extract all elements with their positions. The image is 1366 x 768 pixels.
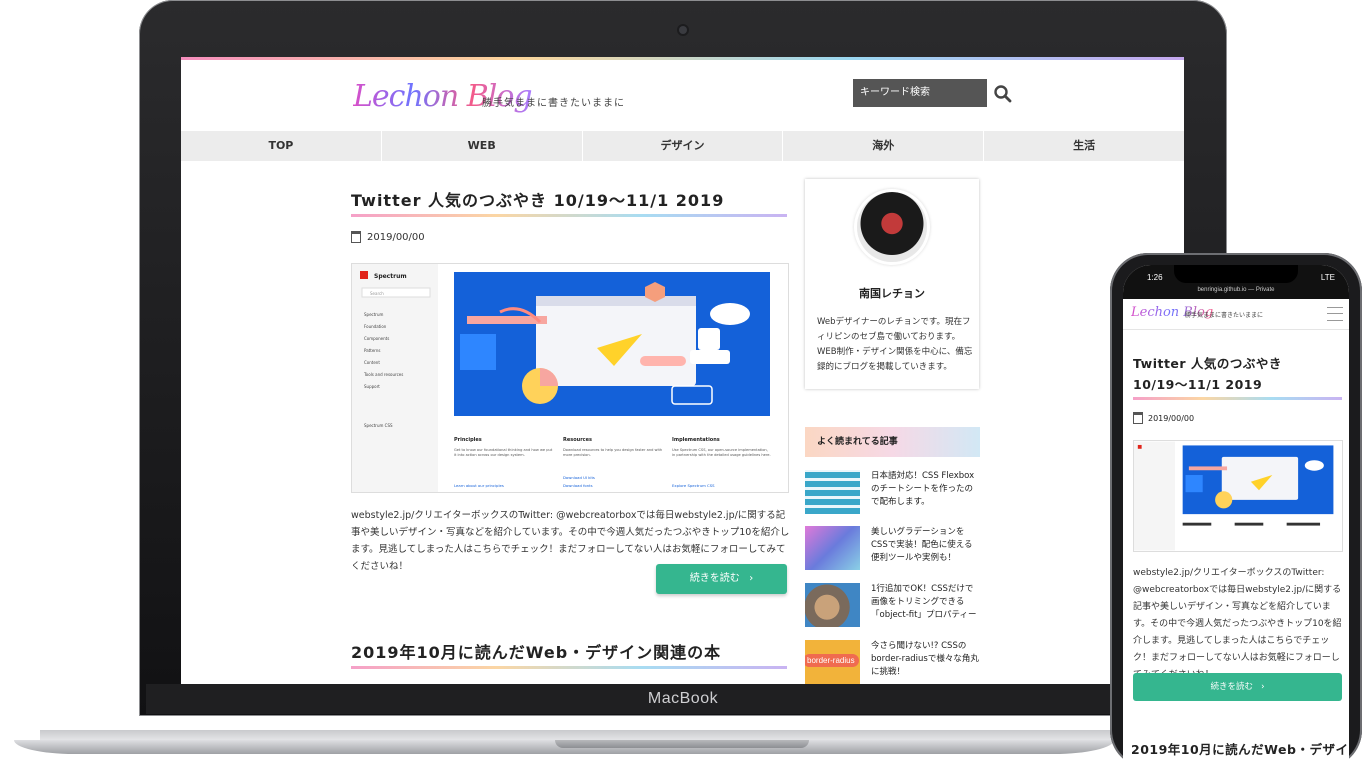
spectrum-brand: Spectrum <box>374 273 407 280</box>
phone-status-bar: 1:26 LTE <box>1123 265 1349 287</box>
popular-thumb: border-radius <box>805 640 860 684</box>
article-thumbnail[interactable] <box>1133 440 1343 552</box>
popular-item[interactable]: 日本語対応！CSS Flexboxのチートシートを作ったので配布します。 <box>805 470 981 516</box>
search-icon[interactable] <box>993 84 1013 104</box>
spectrum-col-title: Implementations <box>672 437 720 443</box>
spectrum-search: Search <box>370 291 384 296</box>
article-title[interactable]: 2019年10月に読んだWeb・デザイン関連の本 <box>351 639 721 663</box>
hamburger-menu-icon[interactable] <box>1327 307 1343 321</box>
nav-item-design[interactable]: デザイン <box>583 131 784 161</box>
article-date: 2019/00/00 <box>351 231 425 243</box>
spectrum-col-link: Learn about our principles <box>454 483 504 488</box>
popular-thumb <box>805 470 860 514</box>
site-tagline: 勝手気ままに書きたいままに <box>1185 312 1264 319</box>
popular-title: 1行追加でOK！CSSだけで画像をトリミングできる「object-fit」プロパ… <box>871 584 977 620</box>
spectrum-menu-item: Spectrum CSS <box>364 423 393 428</box>
popular-item[interactable]: 美しいグラデーションをCSSで実装！配色に使える便利ツールや実例も！ <box>805 526 981 572</box>
popular-title: 日本語対応！CSS Flexboxのチートシートを作ったので配布します。 <box>871 471 975 507</box>
spectrum-menu-item: Support <box>364 384 380 389</box>
chevron-right-icon: › <box>742 573 754 584</box>
article-excerpt: webstyle2.jp/クリエイターボックスのTwitter: @webcre… <box>1133 568 1342 680</box>
read-more-button[interactable]: 続きを読む › <box>656 564 787 594</box>
popular-title: 美しいグラデーションをCSSで実装！配色に使える便利ツールや実例も！ <box>871 527 973 563</box>
date-text: 2019/00/00 <box>1148 413 1195 423</box>
phone-notch <box>1174 265 1298 283</box>
nav-item-overseas[interactable]: 海外 <box>783 131 985 161</box>
spectrum-col-text: Get to know our foundational thinking an… <box>454 448 553 457</box>
spectrum-menu-item: Components <box>364 336 389 341</box>
spectrum-col-link: Download UI kits <box>563 475 595 480</box>
site-tagline: 勝手気ままに書きたいままに <box>482 98 625 109</box>
read-more-label: 続きを読む <box>689 573 740 584</box>
status-time: 1:26 <box>1147 273 1163 282</box>
read-more-label: 続きを読む <box>1210 682 1253 692</box>
spectrum-col-title: Resources <box>563 437 592 443</box>
laptop-screen: Lechon Blog 勝手気ままに書きたいままに TOP WEB デザイン 海… <box>181 57 1184 684</box>
nav-item-life[interactable]: 生活 <box>984 131 1184 161</box>
phone-screen: 1:26 LTE benringia.github.io — Private L… <box>1123 265 1349 768</box>
article-thumbnail[interactable]: Spectrum Search Spectrum Foundation Comp… <box>351 263 789 493</box>
main-nav: TOP WEB デザイン 海外 生活 <box>181 131 1184 161</box>
nav-item-web[interactable]: WEB <box>382 131 583 161</box>
title-underline <box>1133 397 1342 400</box>
header-divider <box>1123 329 1349 330</box>
spectrum-menu-item: Patterns <box>364 348 380 353</box>
popular-thumb <box>805 526 860 570</box>
popular-item[interactable]: 1行追加でOK！CSSだけで画像をトリミングできる「object-fit」プロパ… <box>805 583 981 629</box>
phone-url-bar[interactable]: benringia.github.io — Private <box>1123 287 1349 299</box>
laptop-opening-notch <box>555 740 809 748</box>
profile-name: 南国レチョン <box>859 287 925 300</box>
calendar-icon <box>1133 412 1143 424</box>
title-underline <box>351 214 787 217</box>
spectrum-menu-item: Tools and resources <box>363 372 403 377</box>
article-title[interactable]: Twitter 人気のつぶやき 10/19〜11/1 2019 <box>351 187 724 211</box>
article-date: 2019/00/00 <box>1133 412 1194 424</box>
title-underline <box>351 666 787 669</box>
spectrum-col-text: Download resources to help you design fa… <box>563 448 663 457</box>
spectrum-menu-item: Foundation <box>364 324 387 329</box>
spectrum-col-link: Download fonts <box>563 483 593 488</box>
date-text: 2019/00/00 <box>367 231 425 243</box>
article-title[interactable]: 2019年10月に読んだWeb・デザイン関連の本 <box>1131 739 1349 758</box>
profile-card: 南国レチョン Webデザイナーのレチョンです。現在フィリピンのセブ島で働いており… <box>805 179 979 389</box>
spectrum-screenshot <box>1134 441 1334 551</box>
spectrum-menu-item: Content <box>364 360 380 365</box>
popular-thumb-text: border-radius <box>805 654 859 667</box>
macbook-label: MacBook <box>647 690 719 707</box>
camera-icon <box>679 26 687 34</box>
calendar-icon <box>351 231 361 243</box>
popular-title: 今さら聞けない!? CSSのborder-radiusで様々な角丸に挑戦！ <box>871 641 979 677</box>
popular-item[interactable]: border-radius 今さら聞けない!? CSSのborder-radiu… <box>805 640 981 684</box>
spectrum-col-text: Use Spectrum CSS, our open-source implem… <box>672 448 771 457</box>
laptop-chin: MacBook <box>146 684 1220 714</box>
profile-bio: Webデザイナーのレチョンです。現在フィリピンのセブ島で働いております。WEB制… <box>817 317 973 372</box>
search-input[interactable] <box>853 79 987 107</box>
popular-thumb <box>805 583 860 627</box>
status-signal: LTE <box>1320 273 1335 282</box>
spectrum-menu-item: Spectrum <box>364 312 383 317</box>
avatar <box>857 192 927 262</box>
spectrum-screenshot: Spectrum Search Spectrum Foundation Comp… <box>352 264 771 492</box>
article-title[interactable]: Twitter 人気のつぶやき 10/19〜11/1 2019 <box>1133 353 1338 395</box>
popular-heading: よく読まれてる記事 <box>805 427 980 457</box>
chevron-right-icon: › <box>1255 682 1265 692</box>
spectrum-col-title: Principles <box>454 437 482 443</box>
nav-item-top[interactable]: TOP <box>181 131 382 161</box>
read-more-button[interactable]: 続きを読む › <box>1133 673 1342 701</box>
spectrum-col-link: Explore Spectrum CSS <box>672 483 715 488</box>
top-gradient-line <box>181 57 1184 60</box>
